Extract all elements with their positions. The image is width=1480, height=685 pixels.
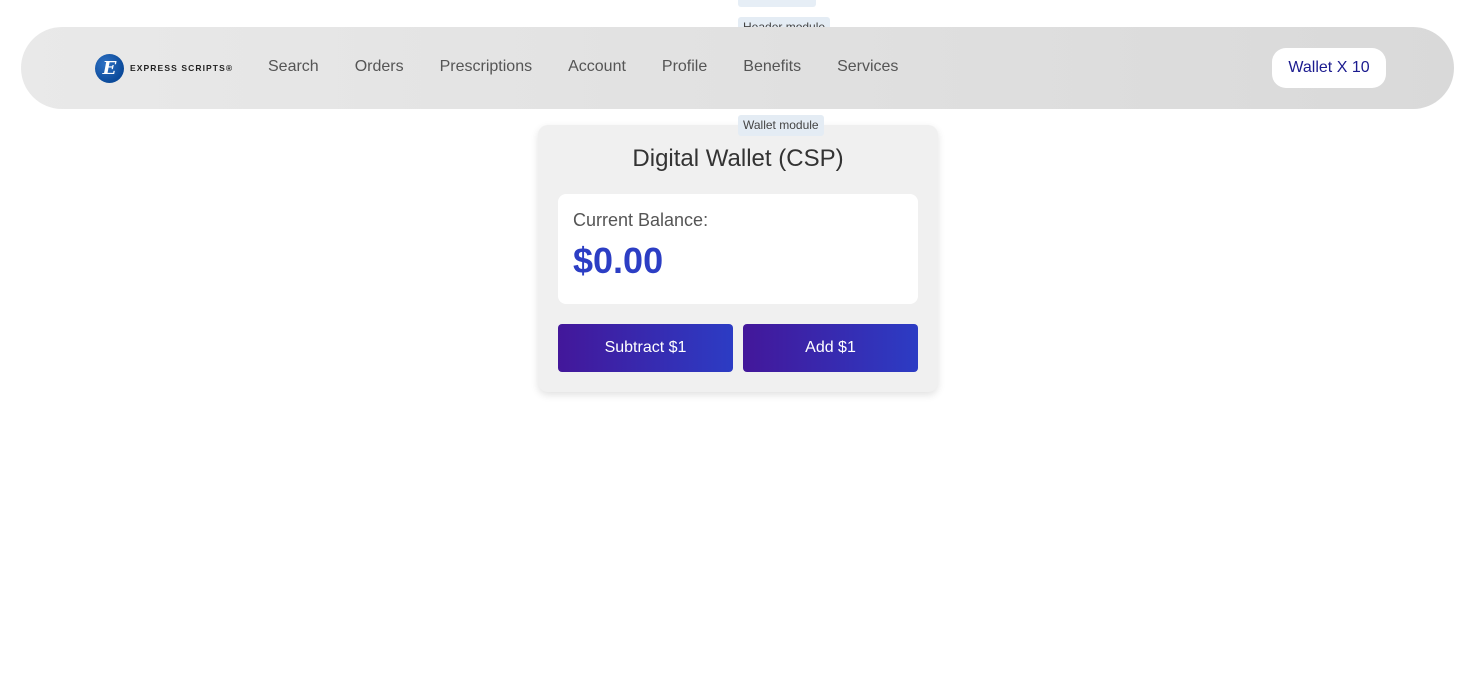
balance-value: $0.00 xyxy=(573,240,664,281)
wallet-card: Digital Wallet (CSP) Current Balance: $0… xyxy=(538,125,938,392)
header-bar: E EXPRESS SCRIPTS® Search Orders Prescri… xyxy=(21,27,1454,109)
balance-label: Current Balance: xyxy=(573,210,709,230)
nav-benefits[interactable]: Benefits xyxy=(743,58,801,76)
nav-search[interactable]: Search xyxy=(268,58,319,76)
logo[interactable]: E EXPRESS SCRIPTS® xyxy=(95,53,233,83)
subtract-button[interactable]: Subtract $1 xyxy=(558,324,733,372)
nav-orders[interactable]: Orders xyxy=(355,58,404,76)
main-nav: Search Orders Prescriptions Account Prof… xyxy=(268,58,898,76)
nav-account[interactable]: Account xyxy=(568,58,626,76)
nav-prescriptions[interactable]: Prescriptions xyxy=(440,58,532,76)
add-button[interactable]: Add $1 xyxy=(743,324,918,372)
balance-box: Current Balance: $0.00 xyxy=(558,194,918,304)
logo-text: EXPRESS SCRIPTS® xyxy=(130,63,234,73)
nav-services[interactable]: Services xyxy=(837,58,898,76)
top-tab-indicator xyxy=(738,0,816,7)
nav-profile[interactable]: Profile xyxy=(662,58,707,76)
wallet-module-label: Wallet module xyxy=(738,115,824,136)
wallet-title: Digital Wallet (CSP) xyxy=(632,145,844,172)
wallet-button[interactable]: Wallet X 10 xyxy=(1272,48,1386,88)
express-scripts-logo-icon: E xyxy=(95,53,124,83)
